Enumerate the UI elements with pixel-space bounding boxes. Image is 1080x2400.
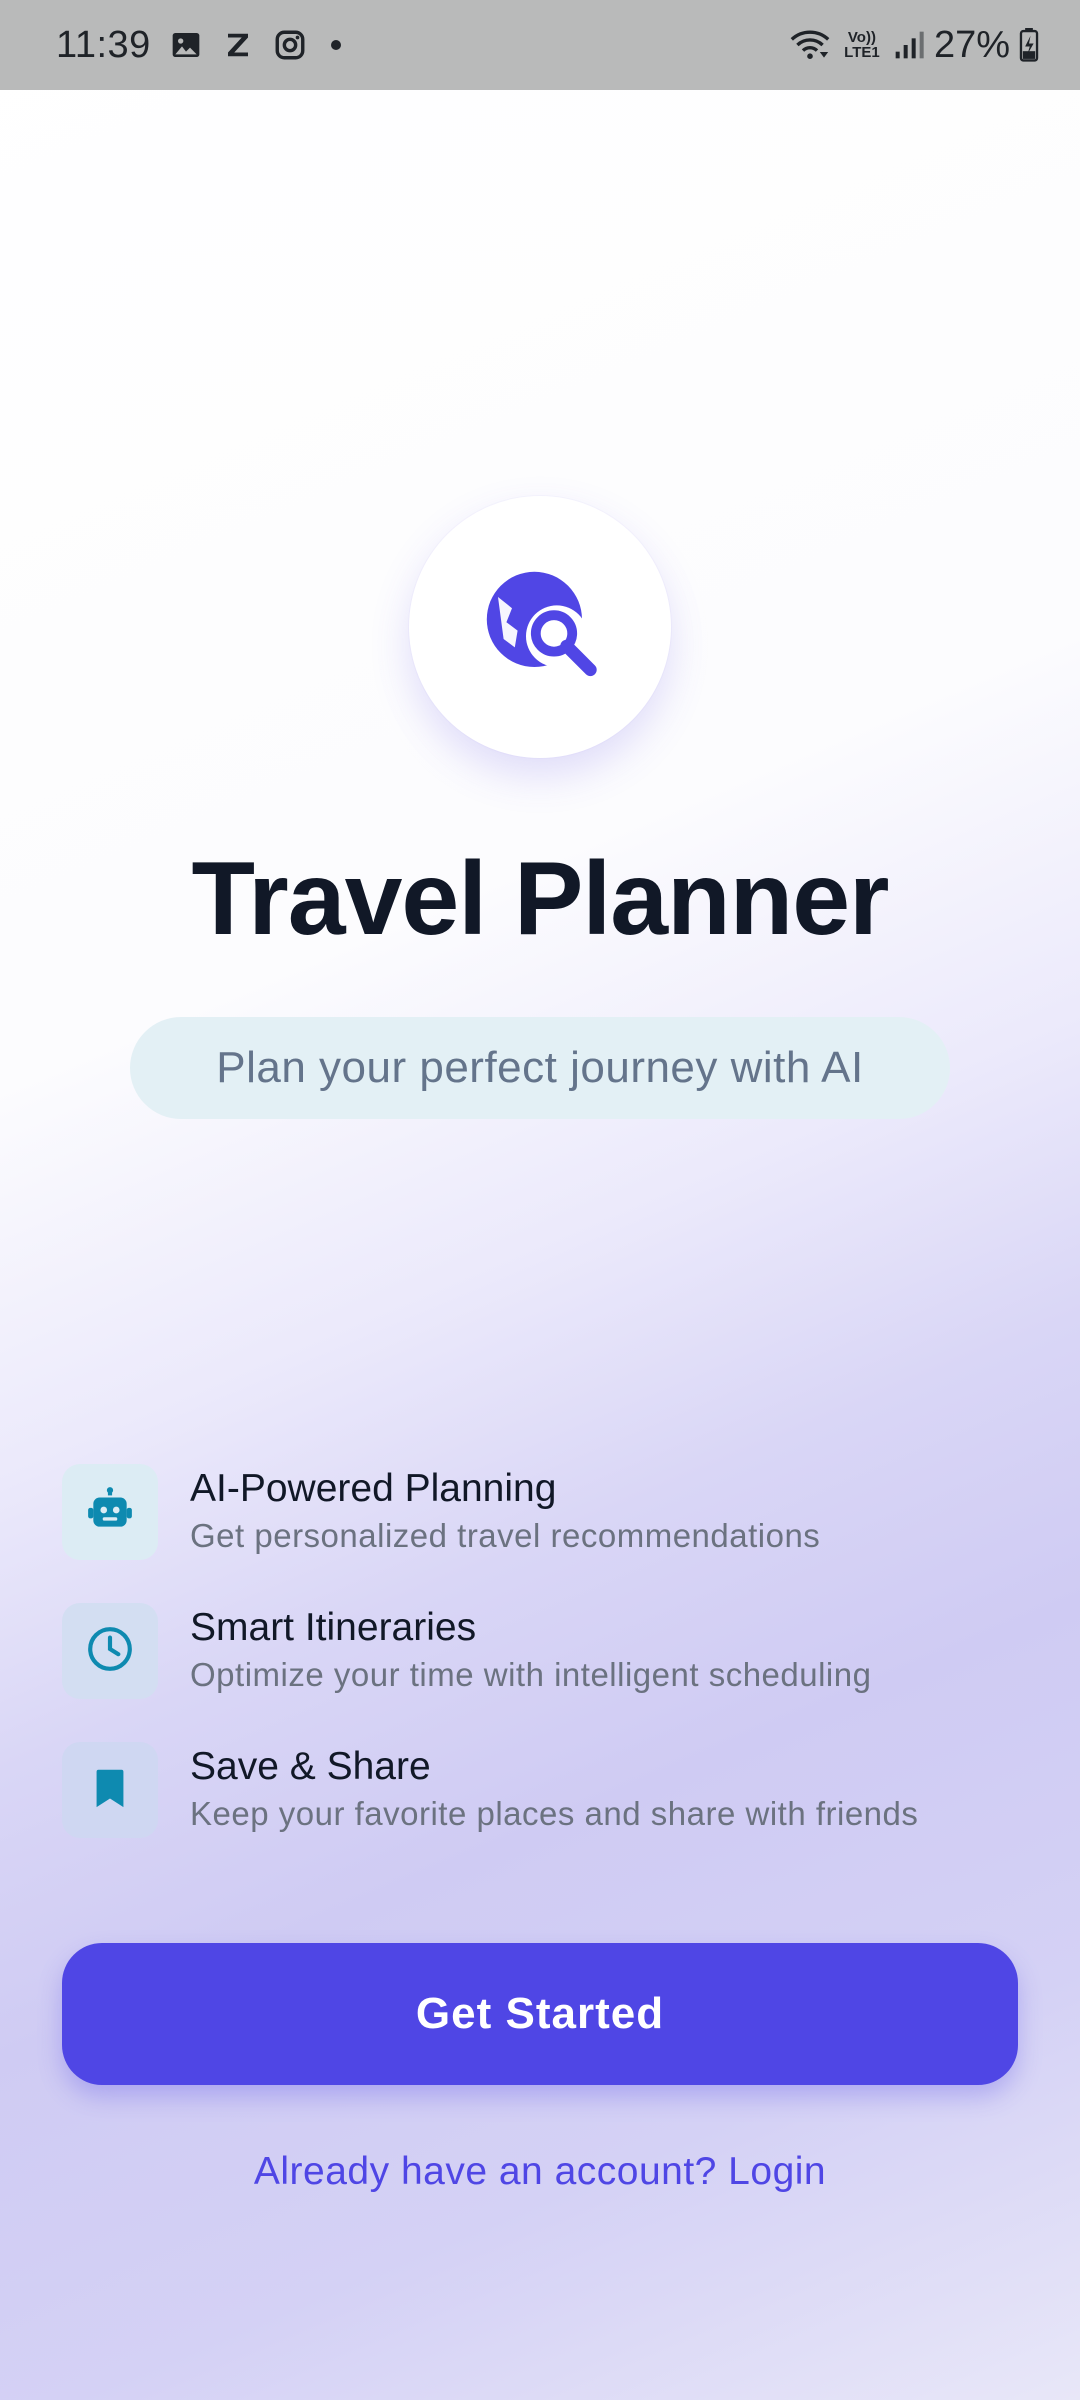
z-app-icon	[221, 28, 255, 62]
bookmark-icon	[87, 1765, 133, 1816]
feature-description: Keep your favorite places and share with…	[190, 1795, 919, 1832]
signal-icon	[892, 28, 926, 62]
robot-icon	[85, 1485, 135, 1540]
feature-smart-itineraries: Smart Itineraries Optimize your time wit…	[62, 1603, 1022, 1699]
battery-charging-icon	[1018, 28, 1040, 62]
app-title: Travel Planner	[191, 841, 889, 957]
battery-percent: 27%	[933, 23, 1010, 66]
login-link[interactable]: Already have an account? Login	[0, 2150, 1080, 2194]
tagline: Plan your perfect journey with AI	[130, 1017, 950, 1119]
feature-icon-box	[62, 1464, 158, 1560]
app-logo	[409, 496, 671, 758]
feature-description: Optimize your time with intelligent sche…	[190, 1656, 872, 1693]
instagram-icon	[273, 28, 307, 62]
volte-icon: Vo)) LTE1	[844, 29, 880, 61]
feature-description: Get personalized travel recommendations	[190, 1517, 821, 1554]
feature-save-share: Save & Share Keep your favorite places a…	[62, 1742, 1022, 1838]
clock-icon	[85, 1624, 135, 1679]
travel-explore-icon	[470, 555, 610, 700]
feature-icon-box	[62, 1742, 158, 1838]
feature-ai-planning: AI-Powered Planning Get personalized tra…	[62, 1464, 1022, 1560]
feature-icon-box	[62, 1603, 158, 1699]
status-time: 11:39	[56, 23, 151, 66]
image-icon	[169, 28, 203, 62]
status-bar: 11:39 Vo)) LTE1 27%	[0, 0, 1080, 90]
get-started-button[interactable]: Get Started	[62, 1943, 1018, 2085]
feature-title: Smart Itineraries	[190, 1606, 477, 1649]
wifi-icon	[788, 28, 832, 62]
feature-title: AI-Powered Planning	[190, 1467, 557, 1510]
feature-title: Save & Share	[190, 1745, 431, 1788]
notification-dot	[330, 40, 341, 50]
